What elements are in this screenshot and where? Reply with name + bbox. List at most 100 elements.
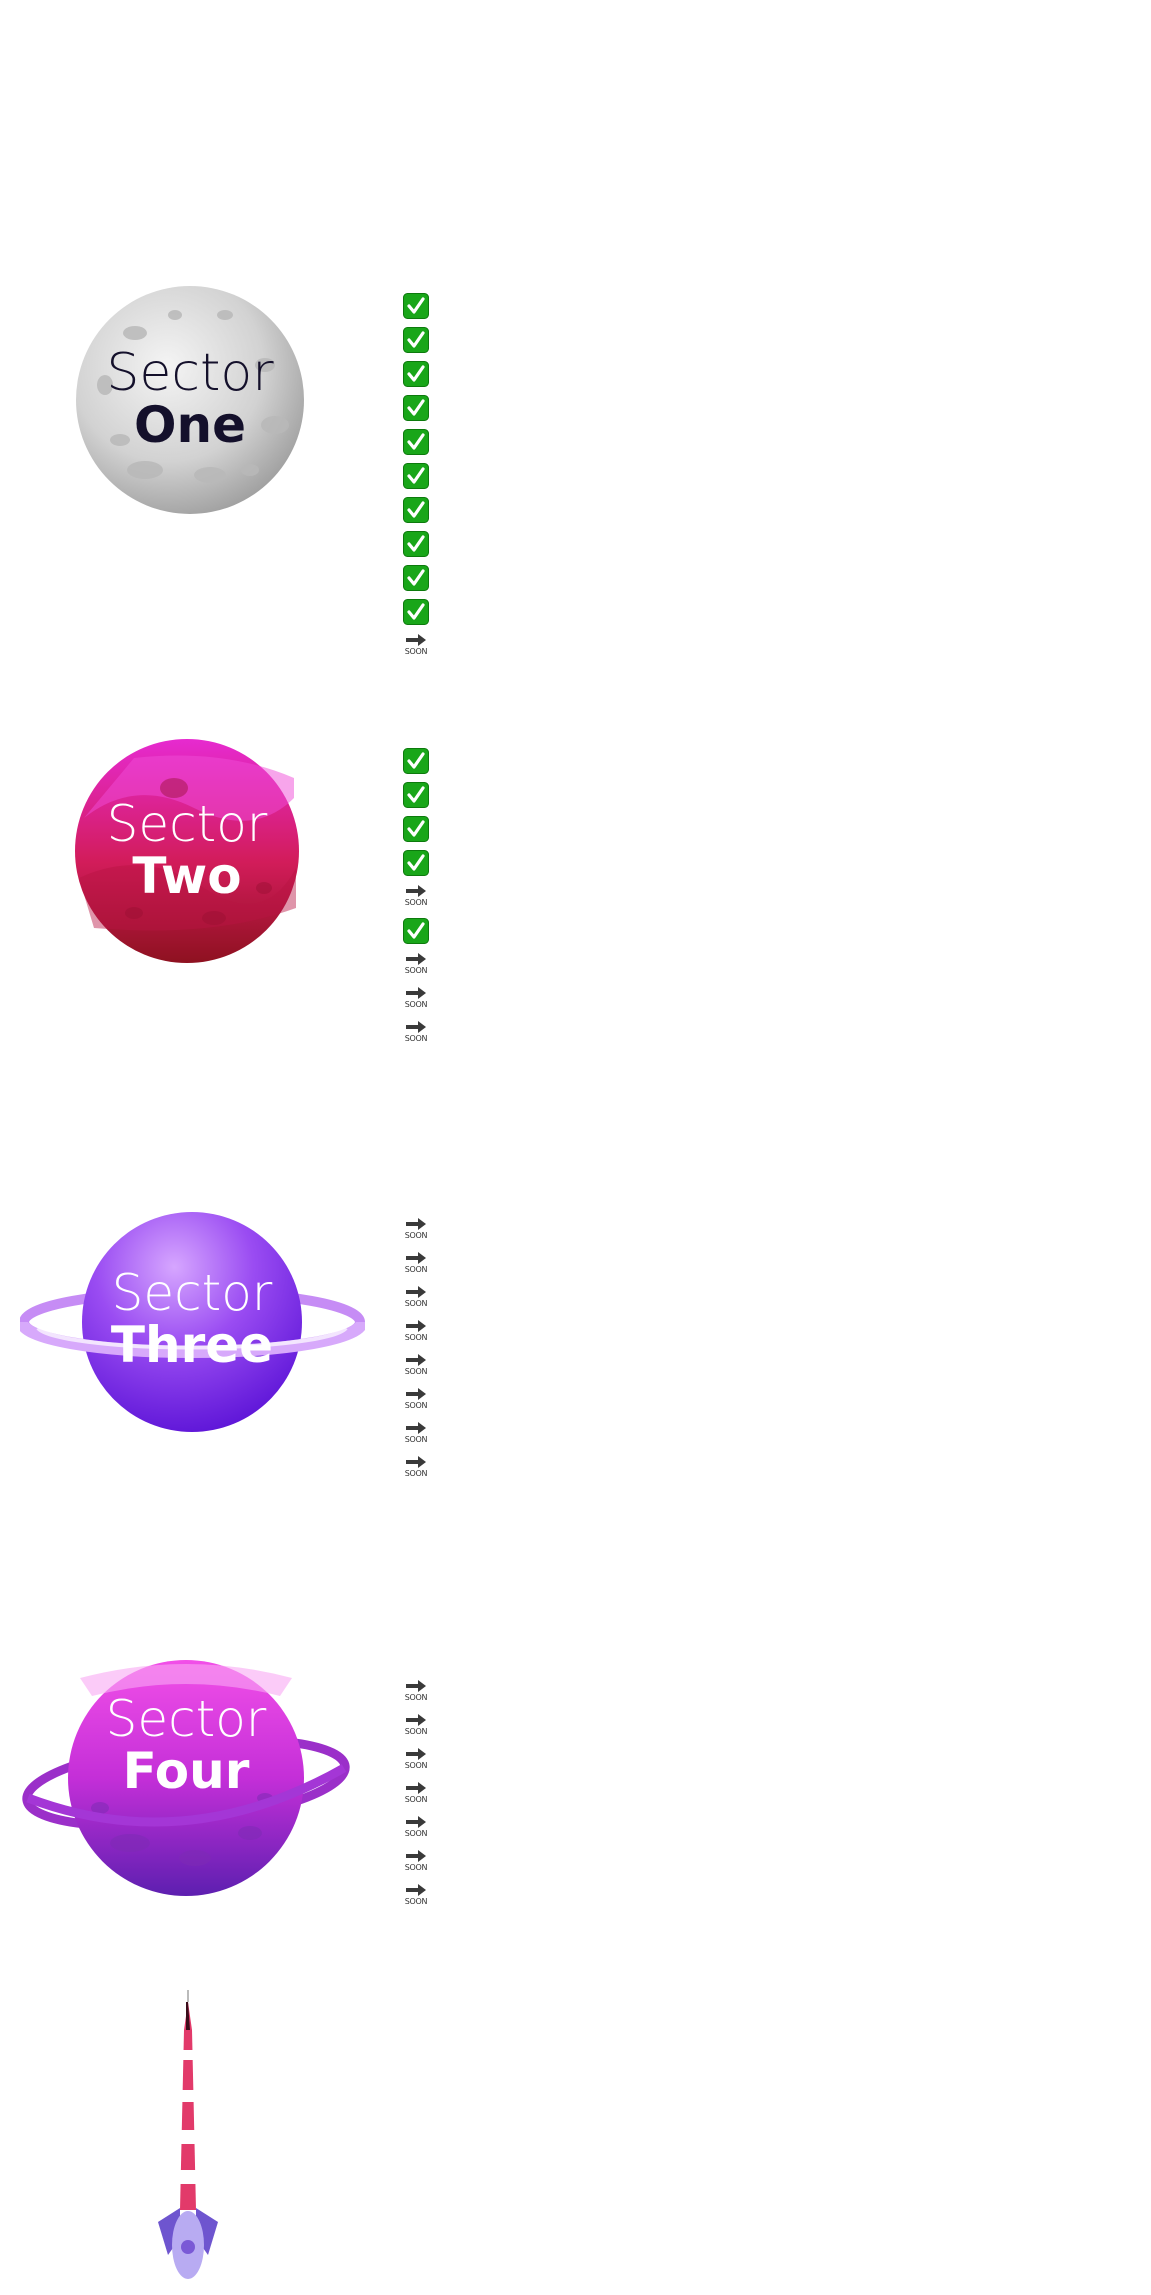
sector-four-planet-icon[interactable]: Sector Four <box>20 1658 352 1898</box>
step-4-soon[interactable]: SOON <box>403 1319 429 1353</box>
sector-two-title: Sector <box>107 795 268 853</box>
soon-label: SOON <box>404 1401 428 1410</box>
soon-indicator: SOON <box>403 1353 429 1379</box>
soon-indicator: SOON <box>403 1455 429 1481</box>
soon-label: SOON <box>404 1000 428 1009</box>
soon-label: SOON <box>404 1034 428 1043</box>
arrow-right-icon <box>406 1680 426 1692</box>
soon-label: SOON <box>404 1693 428 1702</box>
sector-three-planet-icon[interactable]: Sector Three <box>20 1210 365 1435</box>
sector-one-steps: SOON <box>403 293 429 667</box>
arrow-right-icon <box>406 1354 426 1366</box>
sector-one-subtitle: One <box>134 396 246 454</box>
step-8-done[interactable] <box>403 531 429 565</box>
step-5-soon[interactable]: SOON <box>403 884 429 918</box>
check-mark-icon <box>403 565 429 591</box>
step-3-done[interactable] <box>403 816 429 850</box>
step-2-soon[interactable]: SOON <box>403 1713 429 1747</box>
soon-label: SOON <box>404 1299 428 1308</box>
sector-one-planet-icon[interactable]: Sector One <box>75 285 305 515</box>
soon-label: SOON <box>404 1333 428 1342</box>
soon-label: SOON <box>404 1795 428 1804</box>
check-mark-icon <box>403 327 429 353</box>
step-7-soon[interactable]: SOON <box>403 1883 429 1917</box>
soon-indicator: SOON <box>403 1285 429 1311</box>
step-11-soon[interactable]: SOON <box>403 633 429 667</box>
step-2-soon[interactable]: SOON <box>403 1251 429 1285</box>
sector-four-subtitle: Four <box>123 1742 250 1800</box>
step-8-soon[interactable]: SOON <box>403 1455 429 1489</box>
step-4-soon[interactable]: SOON <box>403 1781 429 1815</box>
step-1-soon[interactable]: SOON <box>403 1679 429 1713</box>
arrow-right-icon <box>406 1782 426 1794</box>
step-7-soon[interactable]: SOON <box>403 952 429 986</box>
soon-label: SOON <box>404 1761 428 1770</box>
sector-four-steps: SOON SOON SOON SOON SOON SOON SOON <box>403 1679 429 1917</box>
step-9-done[interactable] <box>403 565 429 599</box>
step-6-done[interactable] <box>403 463 429 497</box>
soon-label: SOON <box>404 1231 428 1240</box>
soon-indicator: SOON <box>403 1421 429 1447</box>
step-3-done[interactable] <box>403 361 429 395</box>
step-5-done[interactable] <box>403 429 429 463</box>
soon-label: SOON <box>404 1265 428 1274</box>
arrow-right-icon <box>406 1218 426 1230</box>
step-9-soon[interactable]: SOON <box>403 1020 429 1054</box>
step-1-soon[interactable]: SOON <box>403 1217 429 1251</box>
soon-indicator: SOON <box>403 1319 429 1345</box>
sector-two-planet-icon[interactable]: Sector Two <box>74 738 300 964</box>
soon-indicator: SOON <box>403 1883 429 1909</box>
sector-two-steps: SOON SOON SOON SOON <box>403 748 429 1054</box>
sector-one-title: Sector <box>106 343 274 403</box>
step-10-done[interactable] <box>403 599 429 633</box>
soon-indicator: SOON <box>403 986 429 1012</box>
step-2-done[interactable] <box>403 327 429 361</box>
step-6-soon[interactable]: SOON <box>403 1849 429 1883</box>
arrow-right-icon <box>406 1884 426 1896</box>
soon-label: SOON <box>404 1897 428 1906</box>
step-6-done[interactable] <box>403 918 429 952</box>
arrow-right-icon <box>406 1388 426 1400</box>
step-6-soon[interactable]: SOON <box>403 1387 429 1421</box>
step-1-done[interactable] <box>403 748 429 782</box>
check-mark-icon <box>403 531 429 557</box>
arrow-right-icon <box>406 1850 426 1862</box>
sector-one: Sector One SOON <box>0 285 1151 656</box>
check-mark-icon <box>403 463 429 489</box>
soon-label: SOON <box>404 966 428 975</box>
check-mark-icon <box>403 816 429 842</box>
check-mark-icon <box>403 599 429 625</box>
step-5-soon[interactable]: SOON <box>403 1815 429 1849</box>
step-4-done[interactable] <box>403 395 429 429</box>
arrow-right-icon <box>406 1252 426 1264</box>
sector-four-title: Sector <box>106 1690 267 1748</box>
step-2-done[interactable] <box>403 782 429 816</box>
check-mark-icon <box>403 748 429 774</box>
soon-indicator: SOON <box>403 952 429 978</box>
soon-indicator: SOON <box>403 884 429 910</box>
soon-indicator: SOON <box>403 1679 429 1705</box>
step-4-done[interactable] <box>403 850 429 884</box>
soon-indicator: SOON <box>403 1781 429 1807</box>
soon-indicator: SOON <box>403 1020 429 1046</box>
step-8-soon[interactable]: SOON <box>403 986 429 1020</box>
step-3-soon[interactable]: SOON <box>403 1747 429 1781</box>
arrow-right-icon <box>406 1422 426 1434</box>
arrow-right-icon <box>406 1816 426 1828</box>
soon-indicator: SOON <box>403 633 429 659</box>
sector-three: Sector Three SOON SOON SOON SOON SOON SOON SOO… <box>0 1210 1151 1478</box>
soon-label: SOON <box>404 1863 428 1872</box>
sector-three-subtitle: Three <box>111 1316 273 1374</box>
check-mark-icon <box>403 395 429 421</box>
soon-label: SOON <box>404 1367 428 1376</box>
soon-label: SOON <box>404 1829 428 1838</box>
step-5-soon[interactable]: SOON <box>403 1353 429 1387</box>
step-7-soon[interactable]: SOON <box>403 1421 429 1455</box>
step-3-soon[interactable]: SOON <box>403 1285 429 1319</box>
arrow-right-icon <box>406 634 426 646</box>
sector-four: Sector Four SOON SOON SOON SOON SOON SOON SOON <box>0 1658 1151 1906</box>
arrow-right-icon <box>406 953 426 965</box>
step-7-done[interactable] <box>403 497 429 531</box>
sector-three-title: Sector <box>112 1264 273 1322</box>
step-1-done[interactable] <box>403 293 429 327</box>
